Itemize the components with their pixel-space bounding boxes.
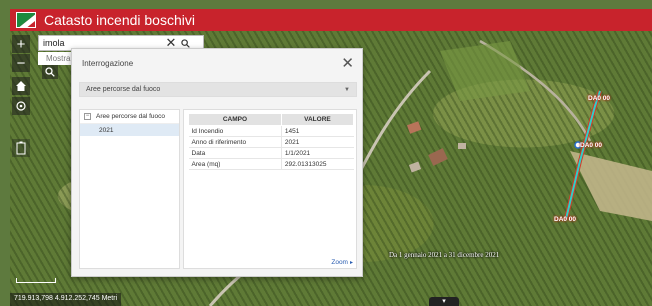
- battery-icon: [16, 141, 26, 155]
- zoom-link-label: Zoom: [331, 259, 348, 266]
- arrow-right-icon: ▸: [349, 260, 353, 266]
- layer-select-value: Aree percorse dal fuoco: [86, 86, 161, 93]
- scale-bar: [16, 278, 56, 283]
- minus-icon: −: [16, 54, 26, 72]
- tree-item-label: 2021: [99, 126, 114, 134]
- field-value: 1451: [280, 125, 354, 137]
- tree-group[interactable]: − Aree percorse dal fuoco: [80, 110, 179, 124]
- feature-label: DA0 00: [588, 95, 611, 102]
- layers-button[interactable]: [12, 139, 30, 157]
- zoom-in-button[interactable]: +: [12, 35, 30, 53]
- collapse-icon[interactable]: −: [84, 113, 91, 120]
- column-header: CAMPO: [188, 113, 282, 126]
- time-slider-toggle[interactable]: ▾: [429, 297, 459, 306]
- coordinates-readout: 719.913,798 4.912.252,745 Metri: [10, 293, 122, 306]
- search-icon: [45, 67, 55, 77]
- field-name: Area (mq): [188, 158, 282, 170]
- table-row: Data 1/1/2021: [188, 147, 354, 159]
- chevron-down-icon: ▼: [344, 86, 350, 93]
- field-value: 1/1/2021: [280, 147, 354, 159]
- locate-icon: [16, 101, 26, 111]
- field-name: Data: [188, 147, 282, 159]
- attribute-panel: CAMPO VALORE Id Incendio 1451 Anno di ri…: [183, 109, 357, 269]
- query-popup: Interrogazione ✕ Aree percorse dal fuoco…: [71, 48, 363, 277]
- region-logo: [16, 12, 36, 28]
- table-row: Anno di riferimento 2021: [188, 136, 354, 148]
- table-row: Area (mq) 292.01313025: [188, 158, 354, 170]
- search-input[interactable]: [39, 38, 164, 48]
- tree-item[interactable]: 2021: [80, 124, 179, 136]
- tree-group-label: Aree percorse dal fuoco: [96, 113, 166, 120]
- search-icon: [180, 38, 190, 48]
- app-header: Catasto incendi boschivi: [10, 9, 652, 31]
- chevron-down-icon: ▾: [442, 298, 446, 305]
- column-header: VALORE: [280, 113, 355, 126]
- search-result-button[interactable]: [42, 65, 58, 79]
- attribute-table: CAMPO VALORE Id Incendio 1451 Anno di ri…: [188, 113, 355, 170]
- field-value: 292.01313025: [280, 158, 354, 170]
- locate-button[interactable]: [12, 97, 30, 115]
- home-button[interactable]: [12, 77, 30, 95]
- close-icon[interactable]: ✕: [341, 54, 354, 72]
- field-value: 2021: [280, 136, 354, 148]
- time-range-label: Da 1 gennaio 2021 a 31 dicembre 2021: [389, 251, 500, 259]
- zoom-link[interactable]: Zoom ▸: [331, 259, 353, 266]
- map-view[interactable]: DA0 00 DA0 00 DA0 00 + − ✕ Mostra Interr…: [10, 31, 652, 306]
- zoom-out-button[interactable]: −: [12, 54, 30, 72]
- search-button[interactable]: [178, 38, 192, 48]
- popup-title: Interrogazione: [82, 59, 134, 68]
- app-title: Catasto incendi boschivi: [44, 12, 195, 28]
- layer-select[interactable]: Aree percorse dal fuoco ▼: [79, 82, 357, 97]
- plus-icon: +: [16, 35, 26, 53]
- field-name: Anno di riferimento: [188, 136, 282, 148]
- results-tree: − Aree percorse dal fuoco 2021: [79, 109, 180, 269]
- feature-label: DA0 00: [554, 216, 577, 223]
- home-icon: [16, 81, 26, 91]
- field-name: Id Incendio: [188, 125, 282, 137]
- feature-label: DA0 00: [580, 142, 603, 149]
- table-row: Id Incendio 1451: [188, 125, 354, 137]
